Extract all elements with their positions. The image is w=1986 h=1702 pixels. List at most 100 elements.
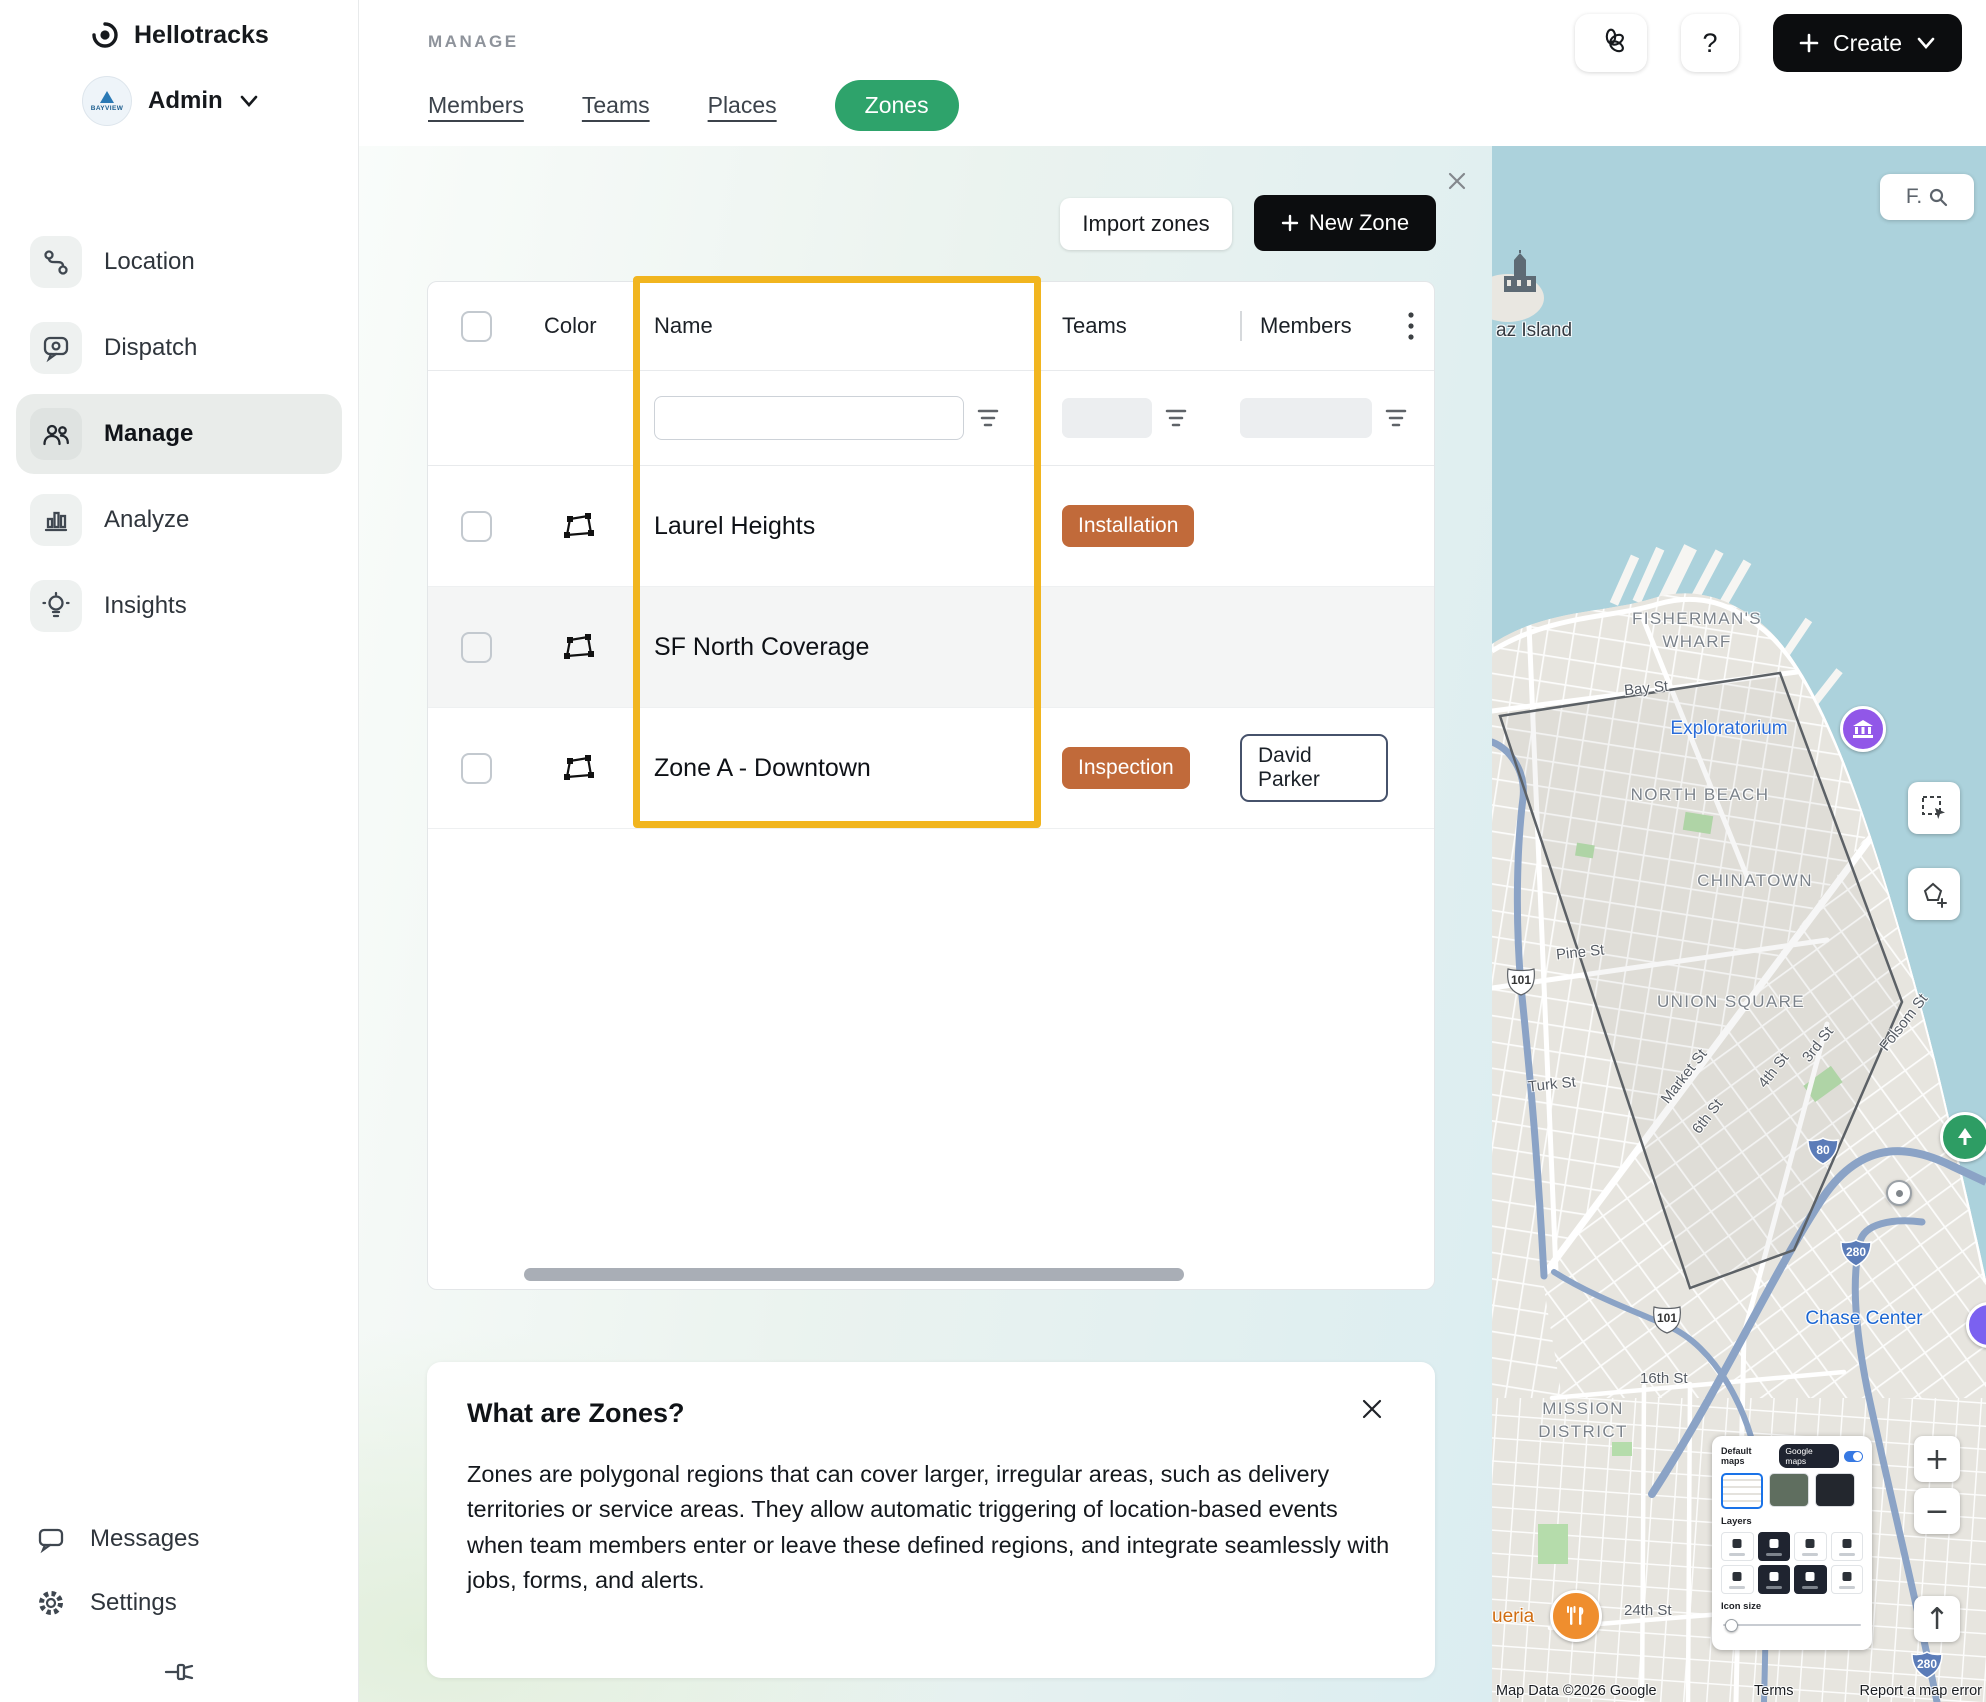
dispatch-icon bbox=[30, 322, 82, 374]
maps-toggle[interactable] bbox=[1844, 1451, 1863, 1462]
i80-shield: 80 bbox=[1806, 1136, 1840, 1166]
panel-close-button[interactable] bbox=[1446, 170, 1468, 192]
zoom-out-button[interactable]: − bbox=[1914, 1488, 1960, 1534]
topbar: MANAGE Members Teams Places Zones ? Crea… bbox=[358, 0, 1986, 146]
filter-icon[interactable] bbox=[1384, 407, 1408, 429]
name-filter-input[interactable] bbox=[654, 396, 964, 440]
pin-sidebar-button[interactable] bbox=[162, 1658, 196, 1686]
select-all-checkbox[interactable] bbox=[461, 311, 492, 342]
layer-tiles bbox=[1721, 1532, 1863, 1594]
table-row[interactable]: Laurel Heights Installation bbox=[428, 466, 1434, 587]
filter-icon[interactable] bbox=[1164, 407, 1188, 429]
avatar: BAYVIEW bbox=[82, 76, 132, 126]
tab-places[interactable]: Places bbox=[708, 92, 777, 119]
tab-members[interactable]: Members bbox=[428, 92, 524, 119]
layer-tile[interactable] bbox=[1721, 1565, 1754, 1594]
account-switcher[interactable]: BAYVIEW Admin bbox=[82, 76, 259, 126]
layer-tile[interactable] bbox=[1794, 1565, 1827, 1594]
help-button[interactable]: ? bbox=[1681, 14, 1739, 72]
import-zones-button[interactable]: Import zones bbox=[1060, 198, 1232, 250]
manage-icon bbox=[30, 408, 82, 460]
row-checkbox[interactable] bbox=[461, 511, 492, 542]
table-menu-button[interactable] bbox=[1388, 311, 1434, 341]
table-row[interactable]: Zone A - Downtown Inspection David Parke… bbox=[428, 708, 1434, 829]
map-type-thumbnails bbox=[1721, 1473, 1863, 1509]
sidebar-item-label: Messages bbox=[90, 1525, 199, 1553]
horizontal-scrollbar[interactable] bbox=[524, 1268, 1184, 1281]
park-poi-icon[interactable] bbox=[1940, 1112, 1986, 1162]
new-zone-button[interactable]: New Zone bbox=[1254, 195, 1436, 251]
map-terms-link[interactable]: Terms bbox=[1754, 1683, 1793, 1699]
map-settings-panel[interactable]: Default maps Google maps Layers Icon siz… bbox=[1712, 1436, 1872, 1650]
restaurant-poi-icon[interactable] bbox=[1550, 1590, 1602, 1642]
map-report-link[interactable]: Report a map error bbox=[1860, 1683, 1983, 1699]
column-header-color[interactable]: Color bbox=[524, 313, 634, 339]
filter-icon[interactable] bbox=[976, 407, 1000, 429]
sidebar-item-manage[interactable]: Manage bbox=[16, 394, 342, 474]
teams-filter-input[interactable] bbox=[1062, 398, 1152, 438]
svg-text:280: 280 bbox=[1917, 1657, 1937, 1671]
layer-tile[interactable] bbox=[1758, 1532, 1791, 1561]
sidebar-item-location[interactable]: Location bbox=[16, 222, 342, 302]
map[interactable]: az Island FISHERMAN'S WHARF Bay St Explo… bbox=[1492, 146, 1986, 1702]
create-label: Create bbox=[1833, 30, 1902, 57]
pan-up-button[interactable]: ↑ bbox=[1914, 1596, 1960, 1642]
map-label-north-beach: NORTH BEACH bbox=[1610, 784, 1790, 807]
table-row[interactable]: SF North Coverage bbox=[428, 587, 1434, 708]
map-label-chase-center[interactable]: Chase Center bbox=[1764, 1308, 1964, 1330]
member-badge: David Parker bbox=[1240, 734, 1388, 802]
topbar-actions: ? Create bbox=[1575, 14, 1962, 72]
ai-flower-icon bbox=[1596, 28, 1626, 58]
layer-tile[interactable] bbox=[1794, 1532, 1827, 1561]
sidebar-footer: Messages Settings bbox=[36, 1524, 199, 1618]
zone-name: Laurel Heights bbox=[634, 512, 1042, 541]
layer-tile[interactable] bbox=[1831, 1565, 1864, 1594]
map-label-mission-district: MISSION DISTRICT bbox=[1508, 1398, 1658, 1444]
sidebar-item-label: Location bbox=[104, 248, 195, 276]
info-close-button[interactable] bbox=[1359, 1396, 1385, 1422]
messages-icon bbox=[36, 1524, 66, 1554]
svg-text:101: 101 bbox=[1511, 973, 1531, 987]
i280-shield-south: 280 bbox=[1910, 1650, 1944, 1680]
row-checkbox[interactable] bbox=[461, 632, 492, 663]
sidebar-item-analyze[interactable]: Analyze bbox=[16, 480, 342, 560]
map-thumb-dark[interactable] bbox=[1815, 1473, 1855, 1507]
map-thumb-satellite[interactable] bbox=[1769, 1473, 1809, 1507]
layer-tile[interactable] bbox=[1758, 1565, 1791, 1594]
minor-poi-icon[interactable] bbox=[1886, 1180, 1912, 1206]
map-label-fishermans-wharf: FISHERMAN'S WHARF bbox=[1602, 608, 1792, 654]
map-search-box[interactable]: F. bbox=[1880, 174, 1974, 220]
new-zone-label: New Zone bbox=[1309, 210, 1409, 236]
google-maps-pill[interactable]: Google maps bbox=[1779, 1444, 1839, 1468]
sidebar-item-label: Dispatch bbox=[104, 334, 197, 362]
zones-table: Color Name Teams Members bbox=[427, 281, 1435, 1290]
map-label-24th-st: 24th St bbox=[1624, 1602, 1672, 1619]
members-filter-input[interactable] bbox=[1240, 398, 1372, 438]
ai-assistant-button[interactable] bbox=[1575, 14, 1647, 72]
us101-shield-south: 101 bbox=[1650, 1304, 1684, 1334]
sidebar-item-dispatch[interactable]: Dispatch bbox=[16, 308, 342, 388]
column-header-teams[interactable]: Teams bbox=[1042, 313, 1220, 339]
plus-icon bbox=[1799, 33, 1819, 53]
add-polygon-button[interactable] bbox=[1908, 868, 1960, 920]
layer-tile[interactable] bbox=[1831, 1532, 1864, 1561]
row-checkbox[interactable] bbox=[461, 753, 492, 784]
tab-zones[interactable]: Zones bbox=[835, 80, 959, 131]
tab-teams[interactable]: Teams bbox=[582, 92, 650, 119]
layer-tile[interactable] bbox=[1721, 1532, 1754, 1561]
marquee-select-button[interactable] bbox=[1908, 782, 1960, 834]
map-label-taqueria[interactable]: ueria bbox=[1492, 1606, 1534, 1628]
sidebar-item-settings[interactable]: Settings bbox=[36, 1588, 199, 1618]
icon-size-slider[interactable] bbox=[1721, 1619, 1863, 1631]
museum-poi-icon[interactable] bbox=[1840, 706, 1886, 752]
zone-polygon-icon bbox=[524, 631, 634, 663]
sidebar-item-insights[interactable]: Insights bbox=[16, 566, 342, 646]
map-thumb-roadmap[interactable] bbox=[1721, 1473, 1763, 1509]
sidebar-item-messages[interactable]: Messages bbox=[36, 1524, 199, 1554]
map-label-exploratorium[interactable]: Exploratorium bbox=[1644, 718, 1814, 740]
column-header-name[interactable]: Name bbox=[634, 313, 1042, 339]
column-header-members[interactable]: Members bbox=[1220, 311, 1388, 341]
create-button[interactable]: Create bbox=[1773, 14, 1962, 72]
zoom-in-button[interactable]: + bbox=[1914, 1436, 1960, 1482]
search-label: F. bbox=[1906, 185, 1922, 209]
